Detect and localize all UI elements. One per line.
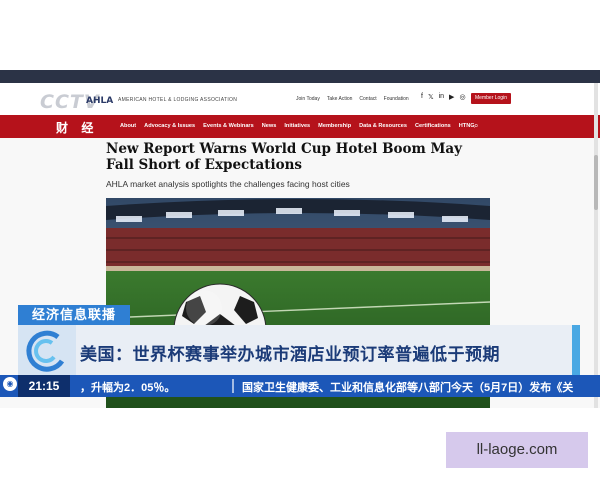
util-link-join[interactable]: Join Today	[296, 96, 320, 102]
site-header: CCTV AHLA AMERICAN HOTEL & LODGING ASSOC…	[0, 83, 600, 115]
search-icon[interactable]: ⌕	[474, 121, 478, 131]
org-name: AMERICAN HOTEL & LODGING ASSOCIATION	[118, 97, 238, 103]
linkedin-icon[interactable]: in	[439, 93, 444, 101]
scrollbar-track[interactable]	[594, 83, 598, 408]
ahla-logo[interactable]: AHLA	[86, 96, 113, 106]
member-login-button[interactable]: Member Login	[471, 93, 511, 104]
caption-logo-icon	[18, 325, 76, 375]
facebook-icon[interactable]: f	[421, 93, 423, 101]
ticker-divider	[232, 379, 234, 393]
cctv-mark-icon: ◉	[3, 377, 17, 391]
nav-certifications[interactable]: Certifications	[415, 123, 451, 129]
nav-advocacy[interactable]: Advocacy & Issues	[144, 123, 195, 129]
youtube-icon[interactable]: ▶	[449, 93, 454, 101]
ticker-text-left: ，升幅为2．05％。	[80, 382, 176, 394]
watermark: ll-laoge.com	[446, 432, 588, 468]
ticker-text-right: 国家卫生健康委、工业和信息化部等八部门今天（5月7日）发布《关	[242, 382, 574, 394]
article-headline: New Report Warns World Cup Hotel Boom Ma…	[106, 141, 463, 173]
nav-data-resources[interactable]: Data & Resources	[359, 123, 407, 129]
util-link-foundation[interactable]: Foundation	[384, 96, 409, 102]
instagram-icon[interactable]: ◎	[459, 93, 465, 101]
top-bezel	[0, 70, 600, 83]
nav-about[interactable]: About	[120, 123, 136, 129]
util-link-take-action[interactable]: Take Action	[327, 96, 353, 102]
nav-membership[interactable]: Membership	[318, 123, 351, 129]
caption-edge	[572, 325, 580, 375]
social-icons: f 𝕏 in ▶ ◎	[421, 93, 466, 101]
nav-initiatives[interactable]: Initiatives	[284, 123, 310, 129]
channel-label: 财 经	[56, 121, 99, 135]
nav-items: About Advocacy & Issues Events & Webinar…	[120, 123, 475, 129]
nav-news[interactable]: News	[262, 123, 277, 129]
main-nav: 财 经 About Advocacy & Issues Events & Web…	[0, 115, 600, 138]
news-caption: 美国：世界杯赛事举办城市酒店业预订率普遍低于预期	[80, 345, 500, 364]
scrollbar-thumb[interactable]	[594, 155, 598, 210]
article-subheadline: AHLA market analysis spotlights the chal…	[106, 179, 350, 189]
nav-events[interactable]: Events & Webinars	[203, 123, 254, 129]
utility-links: Join Today Take Action Contact Foundatio…	[296, 96, 409, 102]
program-tag: 经济信息联播	[18, 305, 130, 325]
x-icon[interactable]: 𝕏	[428, 93, 434, 101]
util-link-contact[interactable]: Contact	[359, 96, 376, 102]
broadcast-clock: 21:15	[18, 375, 70, 397]
nav-htng[interactable]: HTNG	[459, 123, 475, 129]
